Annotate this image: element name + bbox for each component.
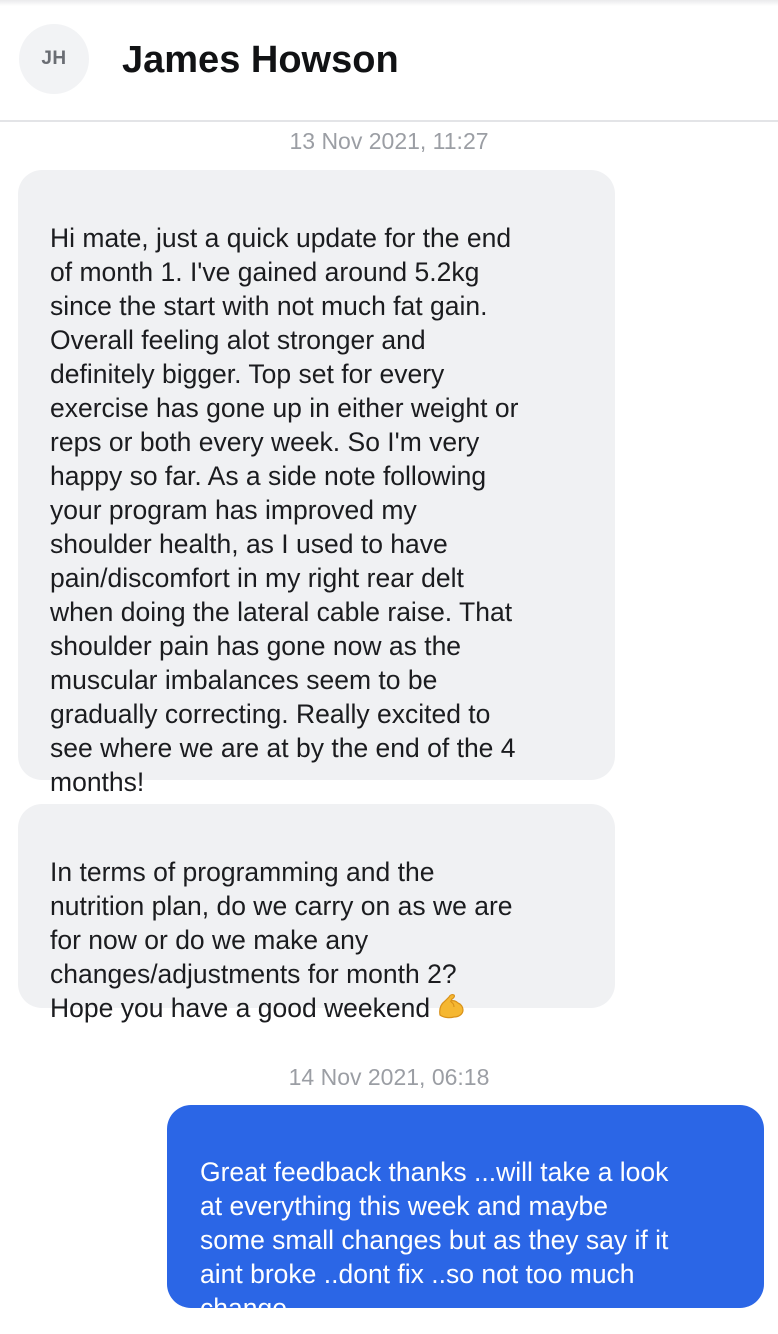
incoming-message-bubble[interactable]: Hi mate, just a quick update for the end… — [18, 170, 615, 797]
message-timestamp: 13 Nov 2021, 11:27 — [289, 128, 489, 154]
outgoing-message-bubble[interactable]: Great feedback thanks ...will take a loo… — [167, 1105, 764, 1323]
contact-name[interactable]: James Howson — [122, 37, 399, 83]
incoming-message-bubble[interactable]: In terms of programming and the nutritio… — [18, 804, 615, 1023]
message-text: Hi mate, just a quick update for the end… — [50, 223, 519, 797]
flexed-biceps-icon — [439, 994, 464, 1019]
avatar[interactable]: JH — [19, 24, 89, 94]
chat-header: JH James Howson — [0, 0, 778, 122]
message-timestamp: 14 Nov 2021, 06:18 — [288, 1064, 490, 1090]
message-text: Great feedback thanks ...will take a loo… — [200, 1157, 669, 1323]
